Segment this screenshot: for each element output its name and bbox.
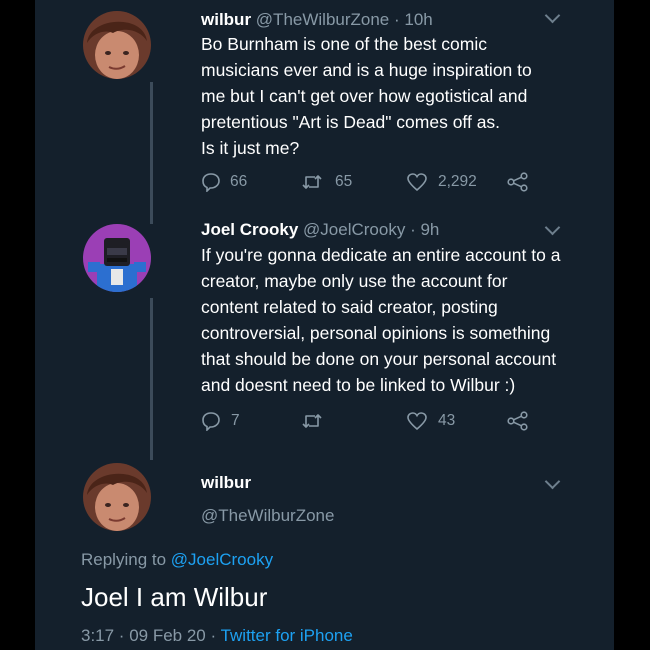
timestamp[interactable]: · 9h: [410, 220, 439, 239]
tweet-text-line: creator, maybe only use the account for: [201, 271, 508, 291]
tweet-text-line: that should be done on your personal acc…: [201, 349, 557, 369]
like-icon[interactable]: [406, 172, 428, 192]
avatar-face-image: [83, 463, 151, 531]
like-count: 2,292: [438, 173, 477, 190]
user-handle[interactable]: @JoelCrooky: [303, 220, 405, 239]
avatar[interactable]: [83, 11, 151, 79]
tweet-text-line: and doesnt need to be linked to Wilbur :…: [201, 375, 516, 395]
user-handle[interactable]: @TheWilburZone: [201, 505, 334, 527]
tweet-text-line: musicians ever and is a huge inspiration…: [201, 60, 532, 80]
tweet-timestamp[interactable]: 3:17 · 09 Feb 20 ·: [81, 626, 216, 645]
tweet-text-line: Bo Burnham is one of the best comic: [201, 34, 487, 54]
timestamp[interactable]: · 10h: [394, 10, 433, 29]
avatar-face-image: [83, 11, 151, 79]
tweet-text-line: content related to said creator, posting: [201, 297, 498, 317]
tweet-header: wilbur @TheWilburZone · 10h: [201, 9, 433, 31]
display-name[interactable]: wilbur: [201, 472, 251, 494]
retweet-count: 65: [335, 173, 353, 190]
user-handle[interactable]: @TheWilburZone: [256, 10, 389, 29]
retweet-icon[interactable]: [301, 411, 323, 431]
tweet-text: If you're gonna dedicate an entire accou…: [201, 242, 560, 398]
chevron-down-icon[interactable]: [544, 219, 561, 236]
thread-line: [150, 82, 153, 224]
reply-icon[interactable]: [201, 172, 221, 192]
share-icon[interactable]: [507, 411, 529, 431]
tweet-text: Joel I am Wilbur: [81, 582, 268, 612]
retweet-icon[interactable]: [301, 172, 323, 192]
avatar-character-image: [83, 224, 151, 292]
reply-icon[interactable]: [201, 411, 221, 431]
chevron-down-icon[interactable]: [544, 7, 561, 24]
share-icon[interactable]: [507, 172, 529, 192]
avatar[interactable]: [83, 463, 151, 531]
mention-link[interactable]: @JoelCrooky: [171, 550, 273, 569]
display-name[interactable]: wilbur: [201, 10, 251, 29]
replying-to: Replying to @JoelCrooky: [81, 549, 273, 571]
display-name[interactable]: Joel Crooky: [201, 220, 298, 239]
tweet-header: Joel Crooky @JoelCrooky · 9h: [201, 219, 439, 241]
reply-count: 7: [231, 412, 240, 429]
timeline-panel: wilbur @TheWilburZone · 10h Bo Burnham i…: [35, 0, 614, 650]
tweet-text-line: controversial, personal opinions is some…: [201, 323, 551, 343]
chevron-down-icon[interactable]: [544, 473, 561, 490]
like-icon[interactable]: [406, 411, 428, 431]
tweet-text-line: pretentious "Art is Dead" comes off as.: [201, 112, 501, 132]
tweet-text-line: If you're gonna dedicate an entire accou…: [201, 245, 561, 265]
replying-to-label: Replying to: [81, 550, 167, 569]
reply-count: 66: [230, 173, 248, 190]
like-count: 43: [438, 412, 456, 429]
tweet-meta: 3:17 · 09 Feb 20 · Twitter for iPhone: [81, 625, 353, 647]
tweet-text-line: Is it just me?: [201, 138, 300, 158]
tweet-text-line: me but I can't get over how egotistical …: [201, 86, 528, 106]
tweet-text: Bo Burnham is one of the best comic musi…: [201, 31, 532, 161]
client-link[interactable]: Twitter for iPhone: [221, 626, 353, 645]
avatar[interactable]: [83, 224, 151, 292]
thread-line: [150, 298, 153, 460]
